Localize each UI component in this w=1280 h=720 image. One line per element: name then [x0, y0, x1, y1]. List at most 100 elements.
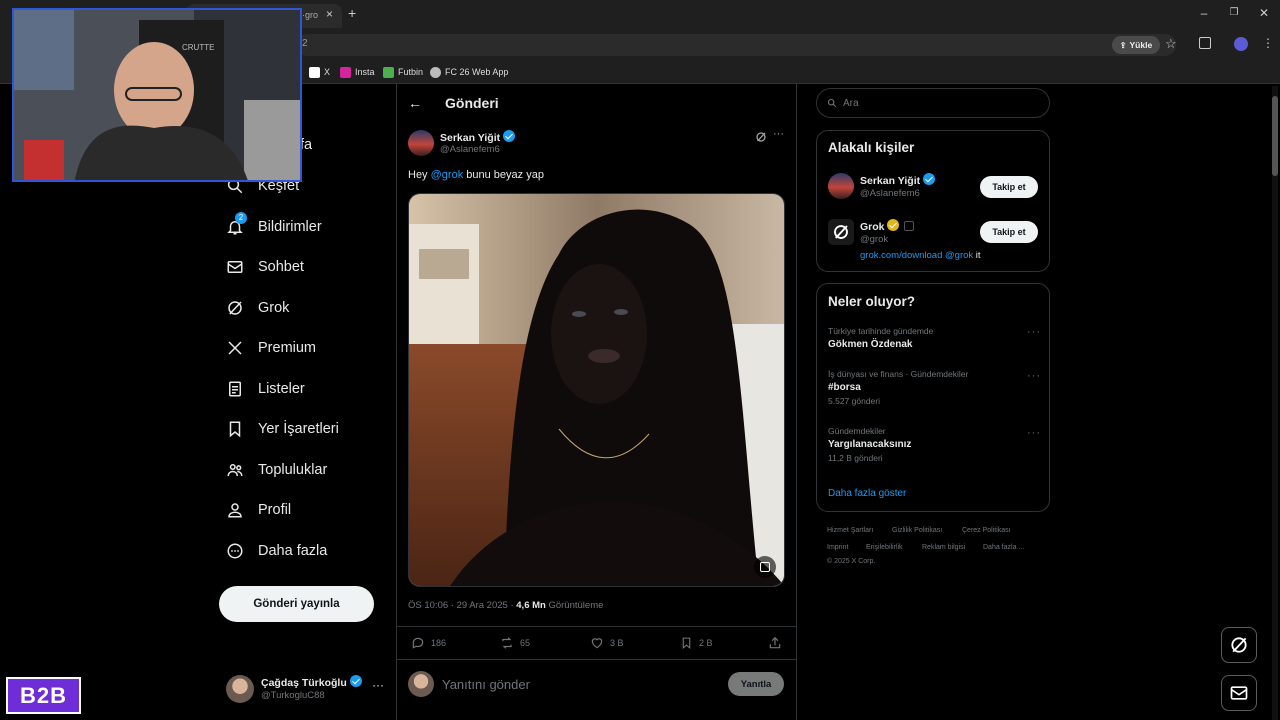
post-button[interactable]: Gönderi yayınla — [219, 586, 374, 622]
bookmark-count: 2 B — [699, 638, 713, 648]
reply-avatar — [408, 671, 434, 697]
reply-button[interactable]: Yanıtla — [728, 672, 784, 696]
back-arrow-icon[interactable]: ← — [408, 95, 422, 111]
profile-avatar-icon[interactable] — [1234, 37, 1248, 51]
grok-icon[interactable] — [755, 131, 767, 143]
account-name-row: Çağdaş Türkoğlu — [261, 675, 362, 689]
sidebar-item-premium[interactable]: Premium — [226, 335, 316, 361]
list-icon — [229, 381, 241, 397]
browser-menu-icon[interactable]: ⋮ — [1262, 36, 1274, 50]
bookmark-insta[interactable]: Insta — [340, 64, 375, 80]
account-more-icon[interactable]: ··· — [372, 678, 384, 692]
footer-link[interactable]: Çerez Politikası — [962, 527, 1011, 534]
grok-floating-button[interactable] — [1221, 627, 1257, 663]
search-input[interactable]: Ara — [816, 88, 1050, 118]
post-text: Hey @grok bunu beyaz yap — [408, 169, 544, 181]
person-avatar[interactable] — [828, 173, 854, 199]
views-label: Görüntüleme — [545, 600, 604, 611]
person-name-row[interactable]: Serkan Yiğit — [860, 173, 936, 187]
footer-link[interactable]: Erişilebilirlik — [866, 544, 903, 551]
trend-name: #borsa — [828, 382, 861, 393]
sidebar-item-label: Sohbet — [258, 259, 304, 275]
post-more-icon[interactable]: ··· — [773, 128, 784, 140]
sidebar-item-label: Listeler — [258, 381, 305, 397]
bio-suffix: it — [973, 250, 981, 261]
show-more-link[interactable]: Daha fazla göster — [828, 488, 906, 499]
person-name-row[interactable]: Grok — [860, 219, 915, 233]
omnibox[interactable]: 2 ⇪ Yükle — [296, 34, 1176, 56]
tab-title: ·gro — [302, 10, 319, 20]
omnibox-text: 2 — [302, 38, 308, 49]
star-icon[interactable]: ☆ — [1165, 36, 1177, 52]
repost-action[interactable]: 65 — [500, 636, 530, 650]
trend-item[interactable]: Gündemdekiler Yargılanacaksınız 11,2 B g… — [828, 426, 1038, 463]
scrollbar[interactable] — [1272, 86, 1278, 720]
author-handle[interactable]: @Aslanefem6 — [440, 144, 500, 155]
trend-item[interactable]: Türkiye tarihinde gündemde Gökmen Özdena… — [828, 326, 1038, 350]
reply-icon — [412, 637, 424, 649]
share-icon[interactable] — [768, 636, 782, 650]
image-edit-icon[interactable] — [754, 556, 776, 578]
footer-link[interactable]: Gizlilik Politikası — [892, 527, 942, 534]
sidebar-item-profile[interactable]: Profil — [226, 497, 291, 523]
author-name: Serkan Yiğit — [440, 132, 501, 144]
like-action[interactable]: 3 B — [590, 636, 624, 650]
footer-link[interactable]: Daha fazla ... — [983, 544, 1024, 551]
messages-floating-button[interactable] — [1221, 675, 1257, 711]
verified-icon — [503, 130, 516, 142]
views-count: 4,6 Mn — [516, 600, 546, 611]
person-bio: grok.com/download @grok it — [860, 250, 981, 261]
account-avatar — [226, 675, 254, 703]
account-switcher[interactable]: Çağdaş Türkoğlu @TurkogluC88 ··· — [226, 672, 396, 708]
sidebar-item-chat[interactable]: Sohbet — [226, 254, 304, 280]
extensions-icon[interactable] — [1199, 37, 1211, 49]
bookmark-icon — [682, 637, 691, 650]
grok-icon — [1231, 637, 1247, 653]
bookmark-futbin[interactable]: Futbin — [383, 64, 423, 80]
author-avatar[interactable] — [408, 130, 434, 156]
futbin-icon — [383, 66, 394, 78]
restore-icon[interactable]: ❐ — [1227, 6, 1241, 20]
trend-category: Gündemdekiler — [828, 426, 886, 436]
follow-button[interactable]: Takip et — [980, 176, 1038, 198]
trends-title: Neler oluyor? — [828, 294, 916, 309]
more-circle-icon — [227, 543, 243, 559]
author-name-row[interactable]: Serkan Yiğit — [440, 130, 516, 144]
minimize-icon[interactable]: – — [1197, 6, 1211, 20]
footer-link[interactable]: Imprint — [827, 544, 848, 551]
footer-link[interactable]: Hizmet Şartları — [827, 527, 873, 534]
grok-avatar[interactable] — [828, 219, 854, 245]
person-name: Serkan Yiğit — [860, 175, 921, 187]
bookmark-fc26[interactable]: FC 26 Web App — [430, 64, 508, 80]
trend-category: Türkiye tarihinde gündemde — [828, 326, 934, 336]
sidebar-item-label: Profil — [258, 502, 292, 518]
trend-more-icon[interactable]: ··· — [1027, 427, 1041, 439]
bookmark-x[interactable]: X — [309, 64, 330, 80]
sidebar-item-bookmarks[interactable]: Yer İşaretleri — [226, 416, 339, 442]
trend-item[interactable]: İş dünyası ve finans · Gündemdekiler #bo… — [828, 369, 1038, 406]
divider — [397, 659, 796, 660]
new-tab-icon[interactable]: + — [348, 5, 356, 21]
tab-close-icon[interactable]: × — [326, 7, 333, 21]
grok-icon — [228, 301, 242, 315]
scrollbar-thumb[interactable] — [1272, 96, 1278, 176]
bio-mention[interactable]: @grok — [945, 250, 973, 261]
sidebar-item-lists[interactable]: Listeler — [226, 376, 305, 402]
window-close-icon[interactable]: ✕ — [1257, 6, 1271, 20]
reply-action[interactable]: 186 — [411, 636, 446, 650]
reply-input[interactable]: Yanıtını gönder — [442, 677, 530, 692]
footer-link[interactable]: Reklam bilgisi — [922, 544, 965, 551]
sidebar-item-communities[interactable]: Topluluklar — [226, 457, 327, 483]
post-image[interactable] — [408, 193, 785, 587]
bookmark-action[interactable]: 2 B — [680, 636, 713, 650]
sidebar-item-notifications[interactable]: 2 Bildirimler — [226, 212, 322, 240]
update-button[interactable]: ⇪ Yükle — [1112, 36, 1160, 54]
trend-more-icon[interactable]: ··· — [1027, 370, 1041, 382]
follow-button[interactable]: Takip et — [980, 221, 1038, 243]
grok-mention-link[interactable]: @grok — [431, 169, 464, 181]
sidebar-item-grok[interactable]: Grok — [226, 295, 289, 321]
trend-more-icon[interactable]: ··· — [1027, 326, 1041, 338]
grok-icon — [834, 225, 848, 239]
sidebar-item-more[interactable]: Daha fazla — [226, 538, 327, 564]
bio-link[interactable]: grok.com/download — [860, 250, 942, 261]
